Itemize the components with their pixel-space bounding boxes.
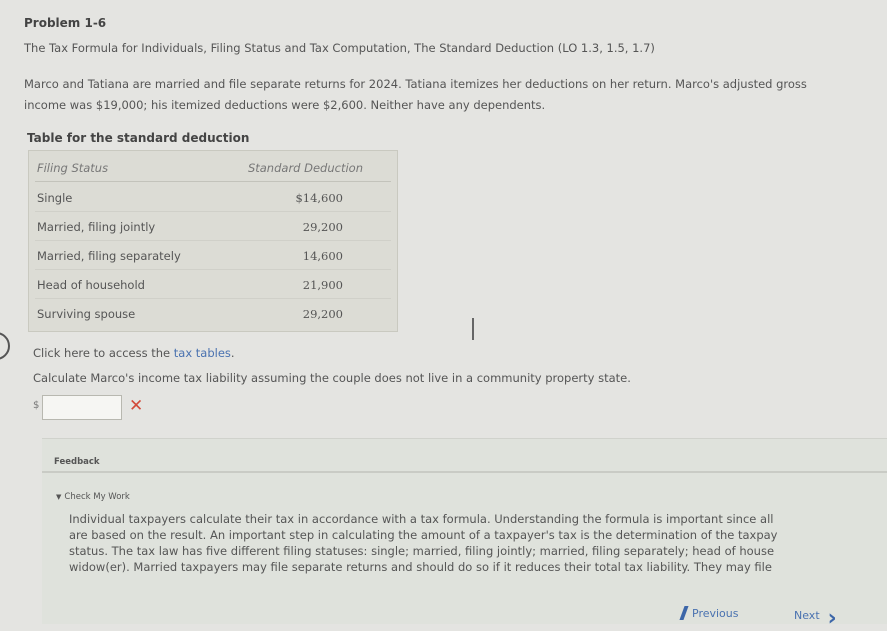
check-my-work-label: Check My Work — [64, 492, 130, 502]
deduction-cell: 14,600 — [302, 249, 343, 263]
check-my-work-toggle[interactable]: ▼ Check My Work — [56, 492, 130, 502]
problem-description: Marco and Tatiana are married and file s… — [24, 77, 807, 112]
deduction-cell: 29,200 — [302, 220, 343, 234]
problem-page: Problem 1-6 The Tax Formula for Individu… — [0, 0, 887, 631]
table-row: Head of household 21,900 — [35, 272, 391, 299]
question-text: Calculate Marco's income tax liability a… — [33, 371, 631, 385]
answer-input[interactable] — [42, 395, 122, 420]
deduction-cell: $14,600 — [295, 191, 343, 205]
x-icon: ✕ — [129, 396, 144, 416]
deduction-cell: 21,900 — [302, 278, 343, 292]
table-header-row: Filing Status Standard Deduction — [35, 155, 391, 182]
filing-status-cell: Married, filing separately — [37, 249, 181, 263]
currency-symbol: $ — [33, 400, 40, 411]
table-row: Married, filing jointly 29,200 — [35, 214, 391, 241]
previous-label: Previous — [692, 607, 739, 620]
triangle-down-icon: ▼ — [56, 493, 62, 501]
previous-arrow-icon — [679, 606, 689, 620]
deduction-cell: 29,200 — [302, 307, 343, 321]
tax-tables-link[interactable]: tax tables — [174, 346, 231, 360]
header-filing-status: Filing Status — [37, 161, 109, 175]
table-title: Table for the standard deduction — [27, 131, 250, 145]
feedback-header: Feedback — [42, 439, 887, 473]
table-row: Surviving spouse 29,200 — [35, 301, 391, 327]
tax-tables-line: Click here to access the tax tables. — [33, 346, 235, 360]
feedback-label: Feedback — [54, 457, 100, 467]
tax-tables-prefix: Click here to access the — [33, 346, 171, 360]
progress-circle-icon — [0, 332, 10, 360]
header-standard-deduction: Standard Deduction — [247, 161, 363, 175]
problem-subtitle: The Tax Formula for Individuals, Filing … — [24, 41, 655, 55]
next-button[interactable]: Next › — [794, 606, 837, 631]
next-label: Next — [794, 609, 820, 622]
standard-deduction-table: Filing Status Standard Deduction Single … — [28, 150, 398, 332]
chevron-right-icon: › — [827, 606, 837, 631]
tax-tables-suffix: . — [230, 346, 235, 360]
feedback-text: Individual taxpayers calculate their tax… — [69, 512, 778, 574]
filing-status-cell: Married, filing jointly — [37, 220, 156, 234]
filing-status-cell: Surviving spouse — [37, 307, 136, 321]
problem-title: Problem 1-6 — [24, 16, 107, 30]
navigation-bar: Previous Next › — [42, 596, 887, 631]
filing-status-cell: Single — [37, 191, 73, 205]
table-row: Single $14,600 — [35, 185, 391, 212]
text-cursor-icon — [472, 318, 474, 340]
previous-button[interactable]: Previous — [679, 606, 739, 620]
table-row: Married, filing separately 14,600 — [35, 243, 391, 270]
filing-status-cell: Head of household — [37, 278, 145, 292]
